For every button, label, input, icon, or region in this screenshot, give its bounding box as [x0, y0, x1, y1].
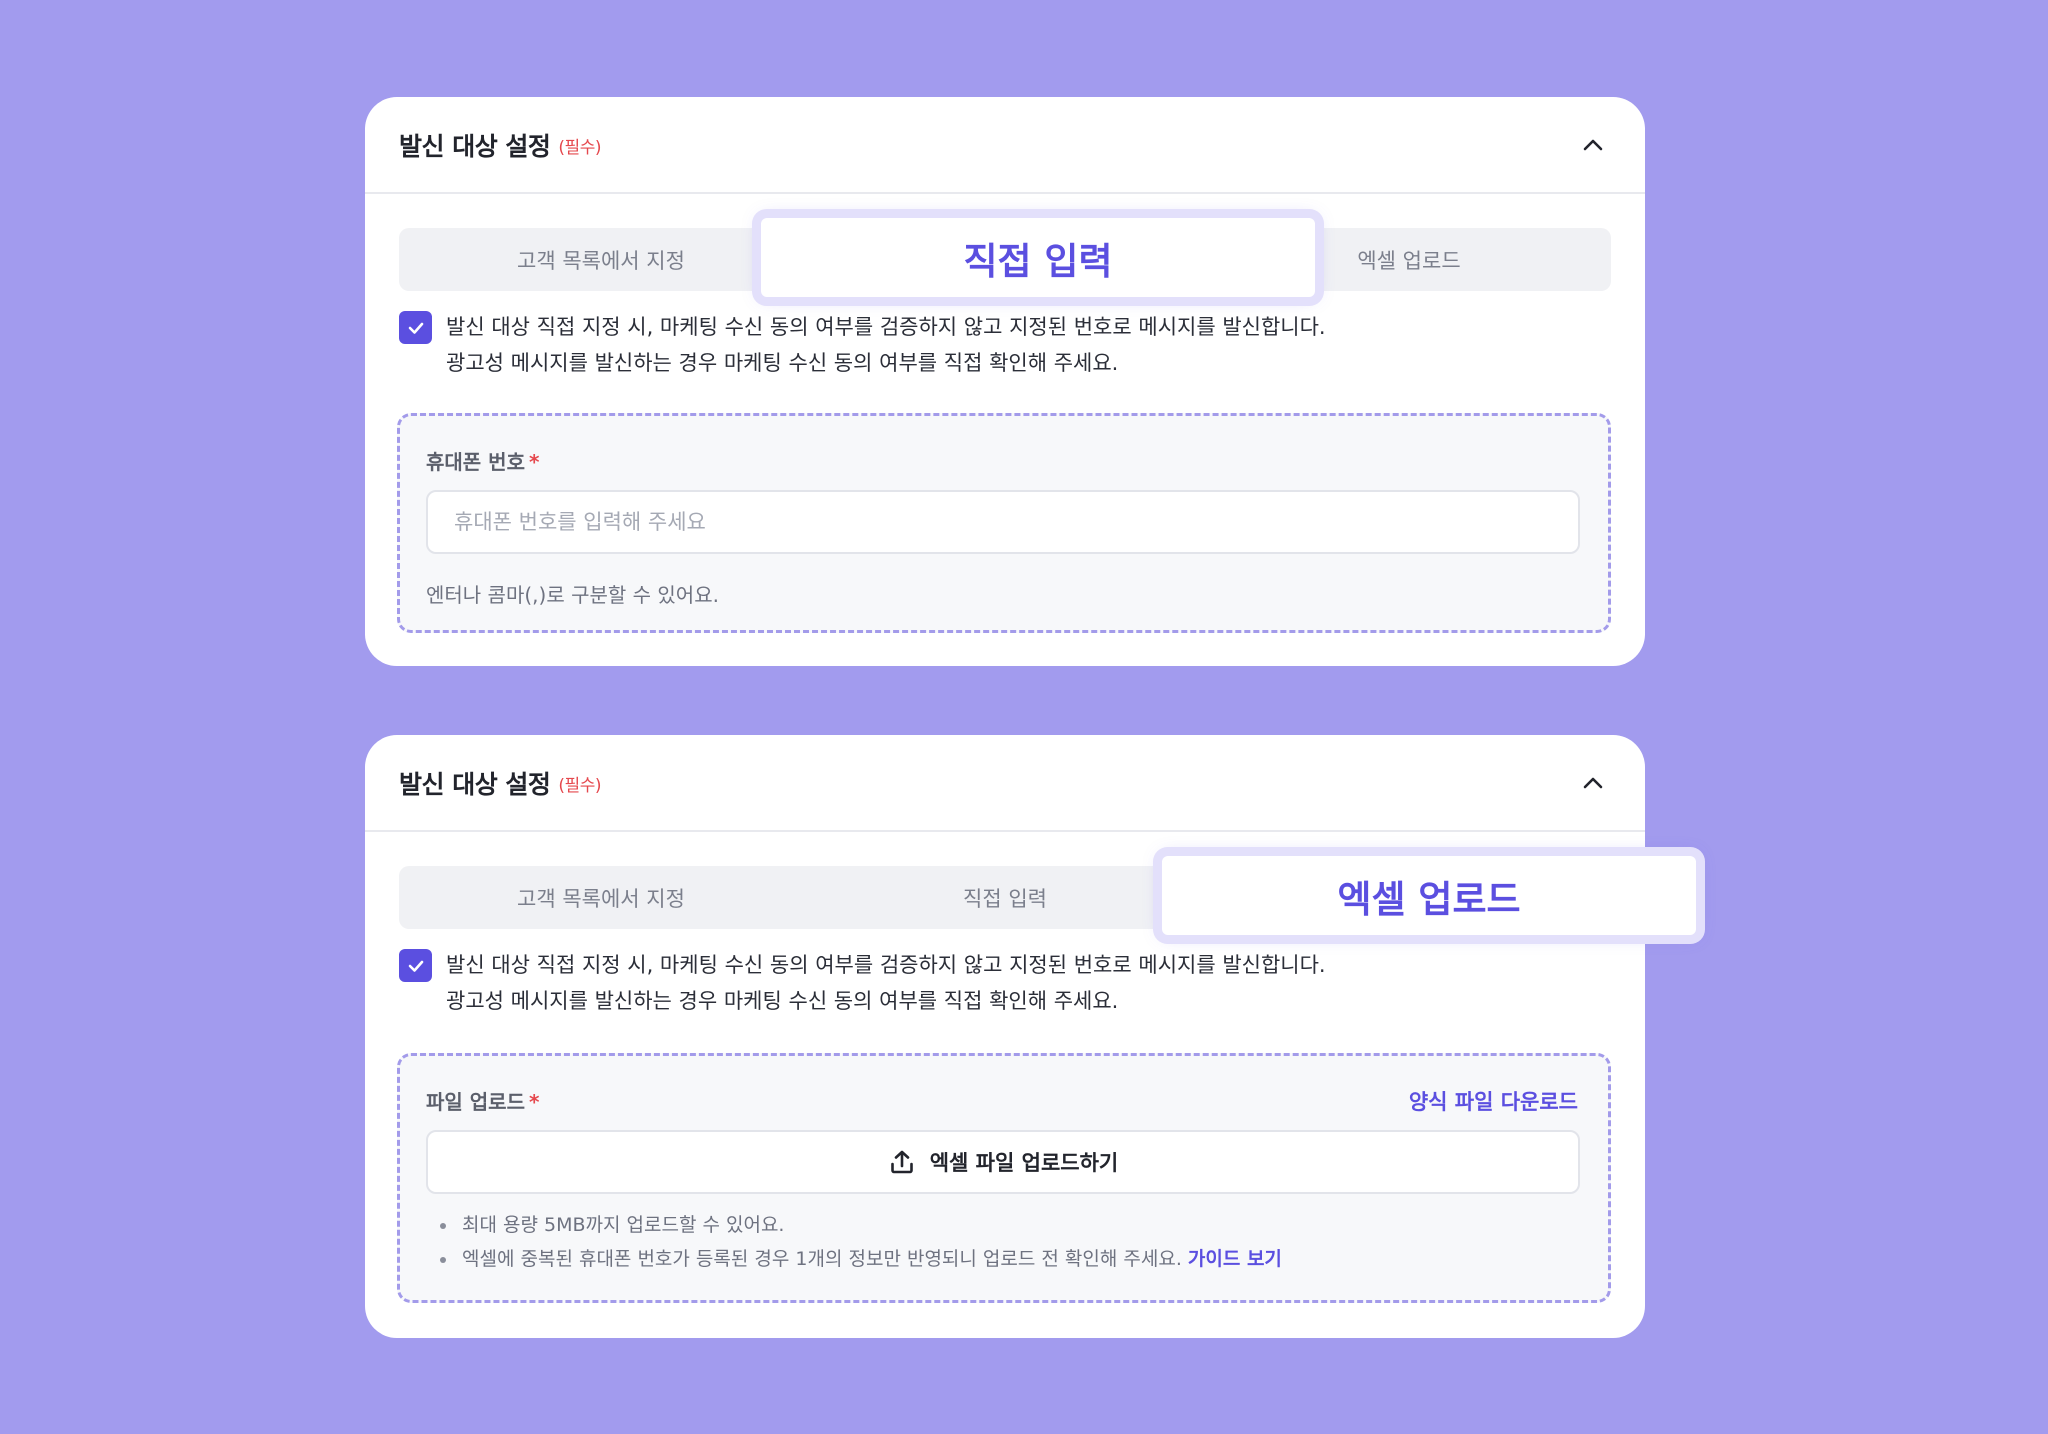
target-type-segmented-control: 고객 목록에서 지정 직접 입력 엑셀 업로드 [399, 856, 1696, 935]
notice-line: 광고성 메시지를 발신하는 경우 마케팅 수신 동의 여부를 직접 확인해 주세… [446, 351, 1119, 375]
list-item: 최대 용량 5MB까지 업로드할 수 있어요. [436, 1208, 1282, 1242]
notice-text: 발신 대상 직접 지정 시, 마케팅 수신 동의 여부를 검증하지 않고 지정된… [446, 947, 1596, 1019]
notice-line: 광고성 메시지를 발신하는 경우 마케팅 수신 동의 여부를 직접 확인해 주세… [446, 989, 1119, 1013]
chevron-up-icon [1583, 139, 1603, 151]
tab-direct-input[interactable]: 직접 입력 [803, 866, 1207, 929]
notice-line: 발신 대상 직접 지정 시, 마케팅 수신 동의 여부를 검증하지 않고 지정된… [446, 953, 1326, 977]
collapse-button[interactable] [1575, 765, 1611, 801]
panel-header: 발신 대상 설정 (필수) [365, 735, 1645, 832]
notice-text: 발신 대상 직접 지정 시, 마케팅 수신 동의 여부를 검증하지 않고 지정된… [446, 309, 1596, 381]
guideline-text: 최대 용량 5MB까지 업로드할 수 있어요. [462, 1214, 785, 1236]
required-tag: (필수) [558, 776, 601, 796]
tab-customer-list[interactable]: 고객 목록에서 지정 [399, 228, 803, 291]
notice-checkbox[interactable] [399, 949, 432, 982]
phone-field-hint: 엔터나 콤마(,)로 구분할 수 있어요. [426, 583, 719, 607]
phone-field-label: 휴대폰 번호 * [426, 446, 539, 475]
field-label-text: 휴대폰 번호 [426, 450, 525, 474]
required-mark: * [528, 1090, 540, 1114]
upload-button-label: 엑셀 파일 업로드하기 [929, 1151, 1119, 1175]
check-icon [408, 322, 423, 334]
field-label-text: 파일 업로드 [426, 1090, 525, 1114]
panel-header: 발신 대상 설정 (필수) [365, 97, 1645, 194]
guideline-text: 엑셀에 중복된 휴대폰 번호가 등록된 경우 1개의 정보만 반영되니 업로드 … [462, 1248, 1182, 1270]
guide-link[interactable]: 가이드 보기 [1188, 1248, 1282, 1270]
panel-title: 발신 대상 설정 (필수) [399, 127, 601, 163]
check-icon [408, 960, 423, 972]
file-upload-label: 파일 업로드 * [426, 1086, 539, 1115]
required-tag: (필수) [558, 138, 601, 158]
panel-title: 발신 대상 설정 (필수) [399, 765, 601, 801]
target-settings-panel-direct: 발신 대상 설정 (필수) 고객 목록에서 지정 엑셀 업로드 직접 입력 발신 … [365, 97, 1645, 666]
panel-title-text: 발신 대상 설정 [399, 132, 551, 161]
notice-checkbox[interactable] [399, 311, 432, 344]
required-mark: * [528, 450, 540, 474]
target-type-segmented-control: 고객 목록에서 지정 엑셀 업로드 직접 입력 [399, 218, 1611, 297]
upload-icon [890, 1150, 913, 1174]
file-upload-field-box: 파일 업로드 * 양식 파일 다운로드 엑셀 파일 업로드하기 최대 용량 5MB… [397, 1053, 1611, 1303]
tab-customer-list[interactable]: 고객 목록에서 지정 [399, 866, 803, 929]
phone-input[interactable] [426, 490, 1580, 554]
phone-field-box: 휴대폰 번호* 엔터나 콤마(,)로 구분할 수 있어요. [397, 413, 1611, 633]
list-item: 엑셀에 중복된 휴대폰 번호가 등록된 경우 1개의 정보만 반영되니 업로드 … [436, 1242, 1282, 1276]
chevron-up-icon [1583, 777, 1603, 789]
upload-guidelines: 최대 용량 5MB까지 업로드할 수 있어요. 엑셀에 중복된 휴대폰 번호가 … [436, 1208, 1282, 1276]
template-download-link[interactable]: 양식 파일 다운로드 [1409, 1086, 1578, 1116]
tab-excel-upload[interactable]: 엑셀 업로드 [1162, 856, 1696, 935]
target-settings-panel-excel: 발신 대상 설정 (필수) 고객 목록에서 지정 직접 입력 엑셀 업로드 발신 … [365, 735, 1696, 1338]
collapse-button[interactable] [1575, 127, 1611, 163]
tab-direct-input[interactable]: 직접 입력 [761, 218, 1315, 297]
excel-upload-button[interactable]: 엑셀 파일 업로드하기 [426, 1130, 1580, 1194]
panel-title-text: 발신 대상 설정 [399, 770, 551, 799]
notice-line: 발신 대상 직접 지정 시, 마케팅 수신 동의 여부를 검증하지 않고 지정된… [446, 315, 1326, 339]
